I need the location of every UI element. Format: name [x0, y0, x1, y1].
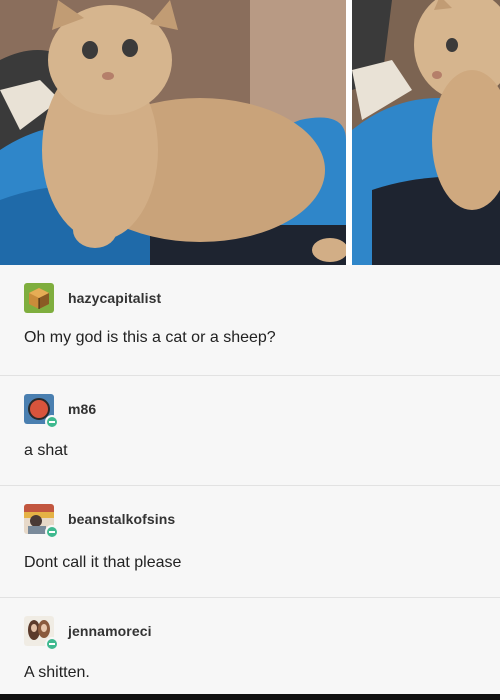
reply-item: m86 a shat	[0, 375, 500, 485]
reply-header: beanstalkofsins	[24, 504, 175, 539]
reply-username[interactable]: m86	[68, 401, 96, 417]
reply-header: hazycapitalist	[24, 283, 161, 313]
reply-item: beanstalkofsins Dont call it that please	[0, 485, 500, 597]
bottom-border	[0, 694, 500, 700]
reply-item: jennamoreci A shitten.	[0, 597, 500, 700]
follow-badge-icon	[45, 415, 59, 429]
photo-avatar-icon[interactable]	[24, 504, 59, 539]
cube-avatar-icon[interactable]	[24, 283, 54, 313]
reply-username[interactable]: hazycapitalist	[68, 290, 161, 306]
cat-photo-icon	[0, 0, 346, 265]
reply-text: Oh my god is this a cat or a sheep?	[24, 329, 276, 346]
photo-avatar-icon[interactable]	[24, 616, 59, 651]
reply-username[interactable]: jennamoreci	[68, 623, 152, 639]
follow-badge-icon	[45, 525, 59, 539]
follow-badge-icon	[45, 637, 59, 651]
reply-header: jennamoreci	[24, 616, 152, 651]
tumblr-post: hazycapitalist Oh my god is this a cat o…	[0, 0, 500, 700]
reply-text: A shitten.	[24, 664, 90, 681]
reply-item: hazycapitalist Oh my god is this a cat o…	[0, 265, 500, 375]
cat-photo-right[interactable]	[352, 0, 500, 265]
reply-text: a shat	[24, 442, 68, 459]
reply-thread: hazycapitalist Oh my god is this a cat o…	[0, 265, 500, 700]
circle-avatar-icon[interactable]	[24, 394, 59, 429]
reply-header: m86	[24, 394, 96, 429]
cat-photo-icon	[352, 0, 500, 265]
reply-username[interactable]: beanstalkofsins	[68, 511, 175, 527]
photo-set	[0, 0, 500, 265]
reply-text: Dont call it that please	[24, 554, 182, 571]
cat-photo-left[interactable]	[0, 0, 346, 265]
